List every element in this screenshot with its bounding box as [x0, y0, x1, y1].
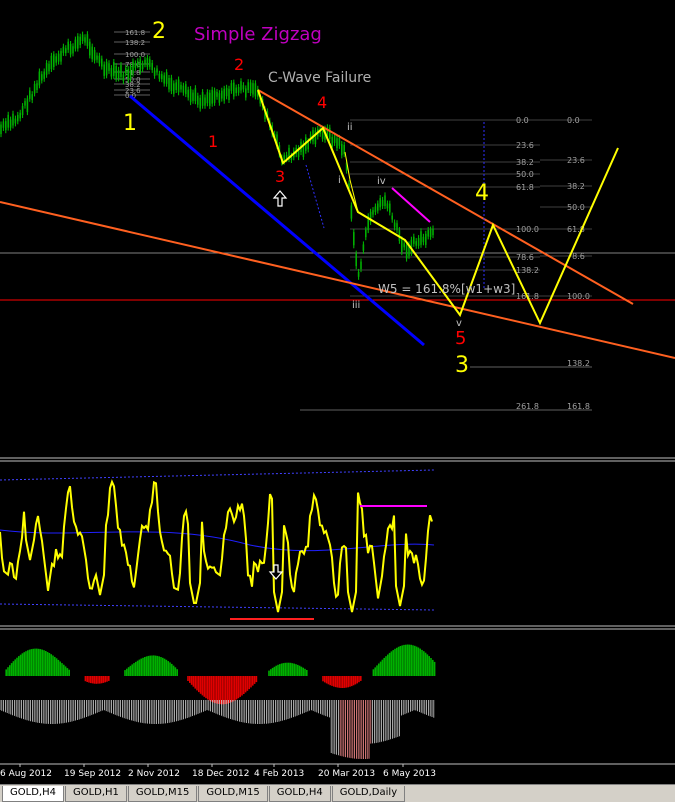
minor-wave-label: ii — [347, 122, 353, 133]
x-axis-label: 20 Mar 2013 — [318, 769, 375, 779]
fib-proj-level: 261.8 — [516, 402, 539, 411]
fib-proj-level: 138.2 — [567, 359, 590, 368]
minor-wave-label: i — [338, 175, 341, 186]
x-axis-label: 6 May 2013 — [383, 769, 436, 779]
fib-mid-level: 78.6 — [516, 253, 534, 262]
fib-mid-level: 23.6 — [516, 141, 534, 150]
wave-label: 2 — [234, 55, 244, 74]
wave-label: 1 — [123, 111, 137, 136]
fib-top-level: 138.2 — [125, 39, 145, 47]
symbol-tab[interactable]: GOLD,Daily — [331, 786, 406, 802]
fib-mid-level: 100.0 — [516, 225, 539, 234]
x-axis-label: 19 Sep 2012 — [64, 769, 121, 779]
fib-right-level: 0.0 — [567, 116, 580, 125]
symbol-tabs: GOLD,H4 GOLD,H1 GOLD,M15 GOLD,M15 GOLD,H4 GOL… — [0, 784, 675, 802]
fib-mid-level: 50.0 — [516, 170, 534, 179]
x-axis-label: 6 Aug 2012 — [0, 769, 52, 779]
fib-top-level: 161.8 — [125, 29, 145, 37]
symbol-tab[interactable]: GOLD,M15 — [198, 786, 268, 802]
symbol-tab[interactable]: GOLD,H4 — [2, 786, 64, 802]
wave-label: 1 — [208, 132, 218, 151]
wave-label: 4 — [317, 93, 327, 112]
fib-mid-level: 0.0 — [516, 116, 529, 125]
minor-wave-label: iv — [377, 176, 386, 187]
wave-label: 4 — [475, 181, 489, 206]
fib-top-level: 100.0 — [125, 51, 145, 59]
chart-title: Simple Zigzag — [194, 24, 322, 45]
x-axis-label: 2 Nov 2012 — [128, 769, 180, 779]
fib-mid-level: 138.2 — [516, 266, 539, 275]
fib-right-level: 50.0 — [567, 203, 585, 212]
wave-label: 3 — [455, 353, 469, 378]
fib-right-level: 23.6 — [567, 156, 585, 165]
wave-label: 5 — [455, 328, 466, 349]
minor-wave-label: v — [456, 318, 462, 329]
price-chart: 161.8138.2100.078.661.850.038.223.60.00.… — [0, 0, 675, 784]
minor-wave-label: iii — [352, 300, 360, 311]
x-axis-label: 18 Dec 2012 — [192, 769, 250, 779]
x-axis-label: 4 Feb 2013 — [254, 769, 304, 779]
wave-label: 2 — [152, 19, 166, 44]
symbol-tab[interactable]: GOLD,M15 — [127, 786, 198, 802]
symbol-tab[interactable]: GOLD,H4 — [268, 786, 331, 802]
c-wave-failure-label: C-Wave Failure — [268, 70, 371, 86]
fib-mid-level: 61.8 — [516, 183, 534, 192]
fib-right-level: 38.2 — [567, 182, 585, 191]
w5-formula-label: W5 = 161.8%[w1+w3] — [378, 282, 515, 296]
fib-mid-level: 38.2 — [516, 158, 534, 167]
wave-label: 3 — [275, 167, 285, 186]
symbol-tab[interactable]: GOLD,H1 — [64, 786, 127, 802]
fib-proj-level: 161.8 — [567, 402, 590, 411]
